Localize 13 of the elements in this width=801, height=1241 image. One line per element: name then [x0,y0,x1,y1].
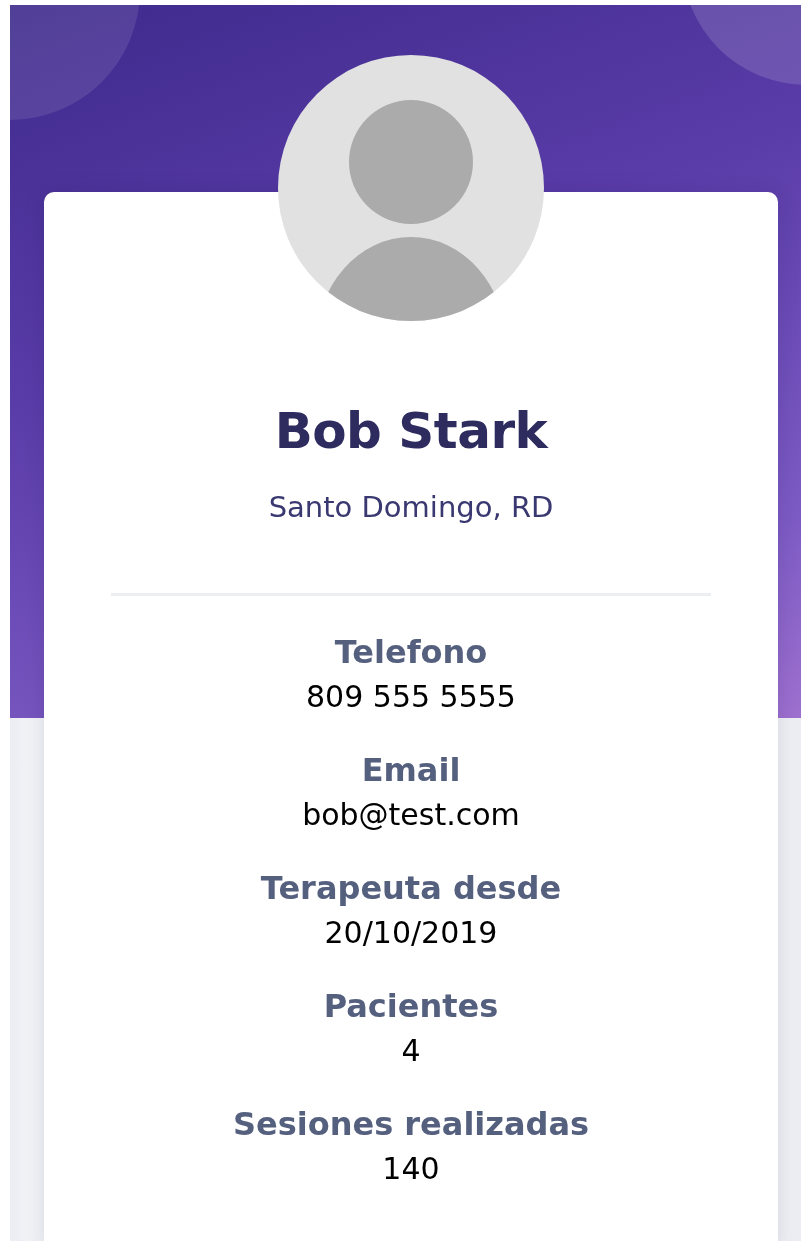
field-value: bob@test.com [302,796,520,834]
profile-name: Bob Stark [274,401,548,461]
field-label: Email [361,750,461,790]
field-label: Pacientes [323,986,499,1026]
field-value: 140 [382,1150,440,1188]
profile-location: Santo Domingo, RD [268,489,554,525]
field-label: Terapeuta desde [260,868,562,908]
field-label: Telefono [334,632,488,672]
field-label: Sesiones realizadas [232,1104,590,1144]
field-value: 4 [401,1032,421,1070]
field-value: 20/10/2019 [324,914,498,952]
field-value: 809 555 5555 [306,678,516,716]
avatar-icon [278,55,544,321]
